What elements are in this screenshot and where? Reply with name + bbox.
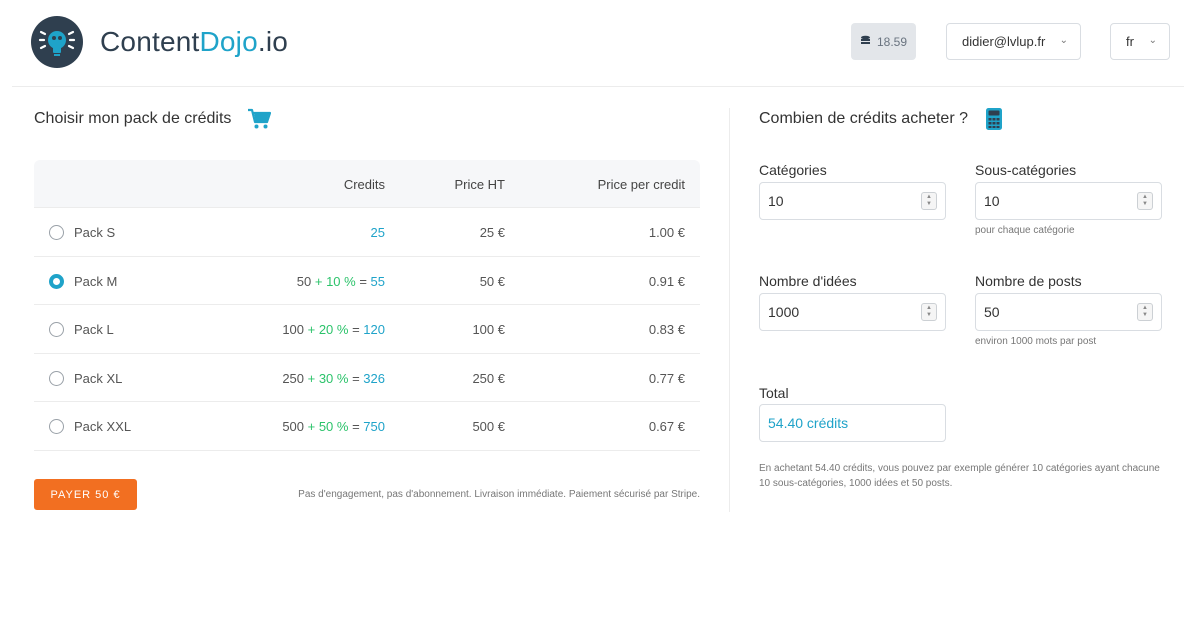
calculator-icon bbox=[986, 108, 1002, 135]
pack-name: Pack XL bbox=[74, 370, 123, 386]
pack-xl-radio[interactable] bbox=[49, 370, 64, 386]
pack-price-per-credit: 0.77 € bbox=[648, 370, 685, 386]
posts-label: Nombre de posts bbox=[975, 273, 1082, 289]
credits-bonus: + 10 % bbox=[314, 273, 356, 289]
pack-price: 100 € bbox=[472, 322, 505, 337]
brand-suffix: .io bbox=[257, 26, 289, 57]
pack-price-per-credit: 1.00 € bbox=[648, 225, 685, 240]
pack-row-xl[interactable]: Pack XL 250 + 30 % = 326 250 € 0.77 € bbox=[34, 354, 700, 402]
cart-icon bbox=[247, 108, 272, 135]
credits-bonus: + 50 % bbox=[307, 419, 349, 434]
pack-l-radio[interactable] bbox=[49, 322, 64, 337]
credits-equals: = bbox=[348, 322, 364, 337]
credits-bonus: + 30 % bbox=[307, 370, 349, 386]
credits-total: 120 bbox=[363, 322, 385, 337]
ideas-label: Nombre d'idées bbox=[759, 273, 857, 289]
pack-name: Pack L bbox=[74, 322, 114, 337]
ideas-input[interactable]: 1000 ▲ ▼ bbox=[759, 293, 946, 331]
user-menu-select[interactable]: didier@lvlup.fr ⌄ bbox=[946, 23, 1081, 60]
pack-price-per-credit: 0.91 € bbox=[648, 273, 685, 289]
pack-price: 50 € bbox=[479, 273, 505, 289]
total-field: 54.40 crédits bbox=[759, 404, 946, 442]
subcategories-input[interactable]: 10 ▲ ▼ bbox=[975, 182, 1162, 220]
subcategories-value: 10 bbox=[984, 193, 1000, 209]
subcategories-hint: pour chaque catégorie bbox=[975, 225, 1075, 236]
categories-input[interactable]: 10 ▲ ▼ bbox=[759, 182, 946, 220]
subcategories-stepper[interactable]: ▲ ▼ bbox=[1137, 192, 1153, 210]
pack-credits: 25 bbox=[371, 225, 385, 240]
credits-equals: = bbox=[348, 370, 364, 386]
brand-accent: Dojo bbox=[199, 26, 258, 57]
credits-summary: En achetant 54.40 crédits, vous pouvez p… bbox=[759, 463, 1160, 489]
column-credits: Credits bbox=[343, 177, 385, 192]
pack-s-radio[interactable] bbox=[49, 225, 64, 240]
credits-total: 750 bbox=[363, 419, 385, 434]
categories-stepper[interactable]: ▲ ▼ bbox=[921, 192, 937, 210]
credits-total: 55 bbox=[370, 273, 385, 289]
pack-price: 500 € bbox=[472, 419, 505, 434]
ideas-value: 1000 bbox=[768, 304, 800, 320]
categories-label: Catégories bbox=[759, 162, 827, 178]
subcategories-label: Sous-catégories bbox=[975, 162, 1077, 178]
posts-hint: environ 1000 mots par post bbox=[975, 336, 1097, 347]
credits-base: 50 bbox=[296, 273, 315, 289]
credits-balance-value: 18.59 bbox=[876, 34, 908, 49]
pack-row-xxl[interactable]: Pack XXL 500 + 50 % = 750 500 € 0.67 € bbox=[34, 402, 700, 451]
column-price-ht: Price HT bbox=[454, 177, 505, 192]
credits-total: 326 bbox=[363, 370, 385, 386]
pack-credits: 100 + 20 % = 120 bbox=[282, 322, 385, 337]
pack-price: 25 € bbox=[479, 225, 505, 240]
pack-xxl-radio[interactable] bbox=[49, 419, 64, 434]
brand-name[interactable]: ContentDojo.io bbox=[100, 26, 288, 58]
user-email: didier@lvlup.fr bbox=[962, 34, 1046, 49]
panel-divider bbox=[729, 108, 730, 512]
credits-bonus: + 20 % bbox=[307, 322, 349, 337]
pack-row-s[interactable]: Pack S 25 25 € 1.00 € bbox=[34, 208, 700, 257]
chevron-down-icon: ⌄ bbox=[1148, 35, 1157, 46]
ideas-stepper[interactable]: ▲ ▼ bbox=[921, 303, 937, 321]
posts-value: 50 bbox=[984, 304, 1000, 320]
pack-row-l[interactable]: Pack L 100 + 20 % = 120 100 € 0.83 € bbox=[34, 305, 700, 354]
posts-input[interactable]: 50 ▲ ▼ bbox=[975, 293, 1162, 331]
pay-button[interactable]: PAYER 50 € bbox=[34, 479, 137, 510]
pack-name: Pack XXL bbox=[74, 419, 132, 434]
credits-base: 250 bbox=[282, 370, 308, 386]
top-header: ContentDojo.io 18.59 didier@lvlup.fr ⌄ f… bbox=[0, 0, 1200, 86]
language-value: fr bbox=[1126, 34, 1134, 49]
total-label: Total bbox=[759, 385, 789, 401]
packs-table: Credits Price HT Price per credit Pack S… bbox=[34, 160, 700, 451]
pack-credits: 50 + 10 % = 55 bbox=[297, 274, 385, 289]
categories-value: 10 bbox=[768, 193, 784, 209]
lightbulb-icon[interactable] bbox=[31, 16, 83, 68]
table-header: Credits Price HT Price per credit bbox=[34, 160, 700, 208]
pack-price-per-credit: 0.67 € bbox=[648, 419, 685, 434]
payment-note: Pas d'engagement, pas d'abonnement. Livr… bbox=[298, 489, 700, 500]
pack-price-per-credit: 0.83 € bbox=[648, 322, 685, 337]
credits-total: 25 bbox=[370, 225, 385, 240]
coins-icon bbox=[860, 35, 871, 49]
credits-equals: = bbox=[355, 273, 371, 289]
pack-price: 250 € bbox=[472, 370, 505, 386]
credits-base: 500 bbox=[282, 419, 308, 434]
pack-m-radio[interactable] bbox=[49, 273, 64, 289]
brand-prefix: Content bbox=[100, 26, 200, 57]
pack-row-m[interactable]: Pack M 50 + 10 % = 55 50 € 0.91 € bbox=[34, 257, 700, 305]
credits-balance-badge[interactable]: 18.59 bbox=[851, 23, 916, 60]
calculator-title: Combien de crédits acheter ? bbox=[759, 110, 968, 127]
pack-credits: 500 + 50 % = 750 bbox=[282, 419, 385, 434]
pack-credits: 250 + 30 % = 326 bbox=[282, 371, 385, 386]
language-select[interactable]: fr ⌄ bbox=[1110, 23, 1170, 60]
column-price-per-credit: Price per credit bbox=[597, 177, 685, 192]
header-divider bbox=[12, 86, 1184, 87]
credits-base: 100 bbox=[282, 322, 308, 337]
packs-title: Choisir mon pack de crédits bbox=[34, 110, 232, 127]
pack-name: Pack M bbox=[74, 273, 118, 289]
pack-name: Pack S bbox=[74, 225, 116, 240]
posts-stepper[interactable]: ▲ ▼ bbox=[1137, 303, 1153, 321]
credits-equals: = bbox=[348, 419, 364, 434]
chevron-down-icon: ⌄ bbox=[1059, 35, 1068, 46]
